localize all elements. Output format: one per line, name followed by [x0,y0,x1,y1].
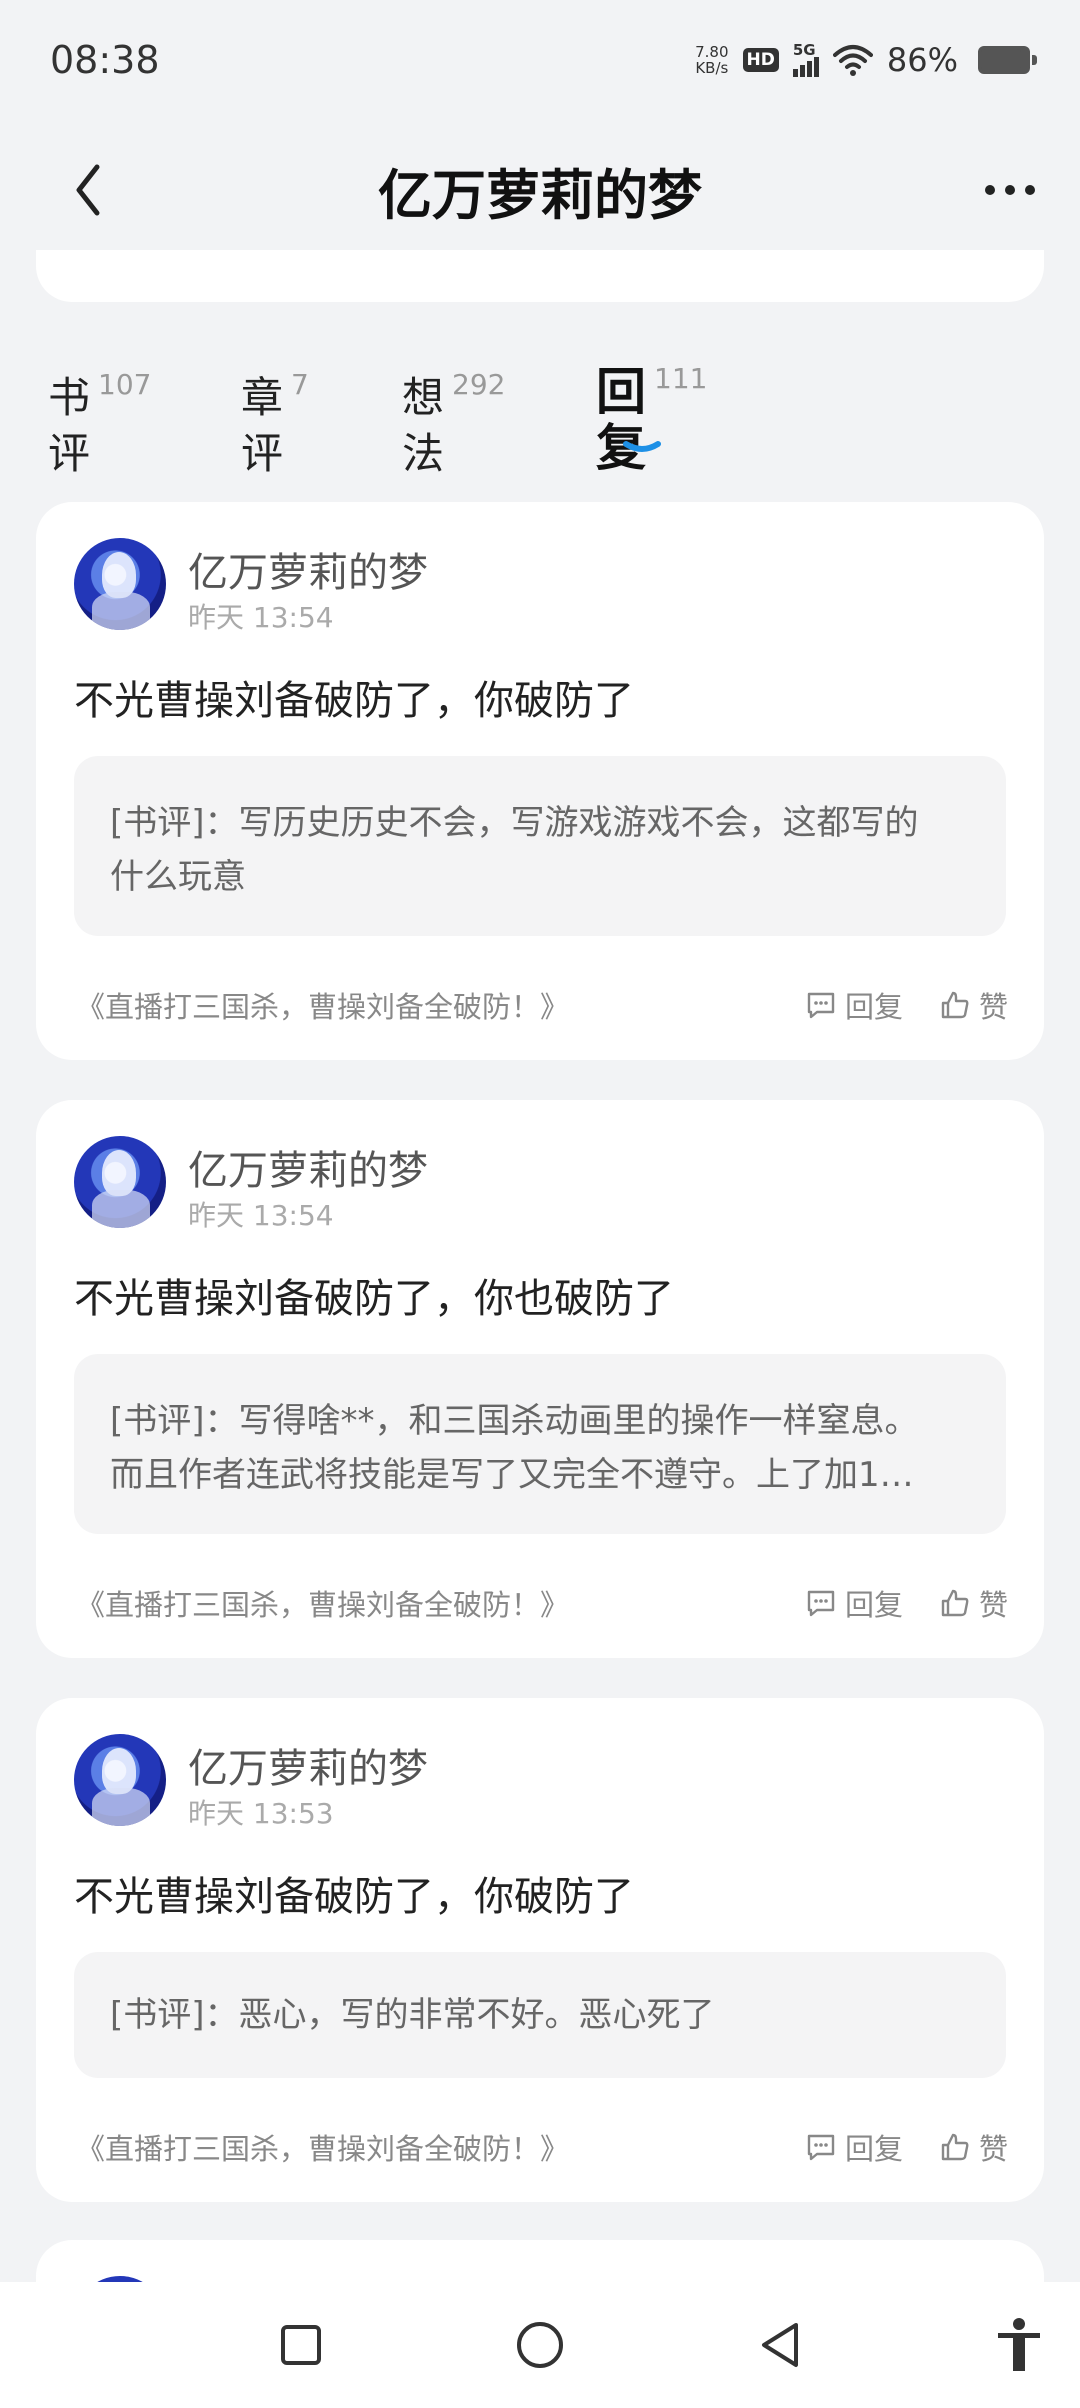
thumbs-up-icon [941,1589,969,1617]
reply-label: 回复 [844,990,903,1024]
app-header: 亿万萝莉的梦 [0,140,1080,240]
card-actions: 回复 赞 [805,984,1008,1026]
tab-thoughts[interactable]: 想法 292 [402,370,505,482]
reply-button[interactable]: 回复 [805,984,903,1026]
page-title: 亿万萝莉的梦 [378,163,702,227]
like-label: 赞 [978,2132,1008,2166]
like-button[interactable]: 赞 [939,984,1008,1026]
reply-text: 不光曹操刘备破防了，你也破防了 [74,1276,674,1322]
post-time: 昨天 13:54 [188,601,334,634]
home-button[interactable] [505,2310,575,2380]
tab-replies[interactable]: 回复 111 [596,362,708,477]
comment-icon [807,2134,835,2161]
signal-icon: 5G [792,41,819,77]
hd-icon: HD [742,48,779,72]
recents-button[interactable] [266,2310,336,2380]
tab-count: 292 [452,368,506,401]
tab-count: 111 [654,362,708,395]
network-speed: 7.80 KB/s [695,44,728,76]
chevron-left-icon [76,164,100,216]
square-icon [281,2325,321,2365]
thumbs-up-icon [941,2133,969,2161]
battery-level [981,49,1021,71]
tab-book-reviews[interactable]: 书评 107 [48,370,151,482]
quote-line: 什么玩意 [110,857,246,897]
reply-button[interactable]: 回复 [805,1582,903,1624]
tab-count: 107 [98,368,152,401]
reply-text: 不光曹操刘备破防了，你破防了 [74,678,634,724]
battery-percent: 86% [886,41,958,79]
reply-label: 回复 [844,1588,903,1622]
like-button[interactable]: 赞 [939,2126,1008,2168]
book-title-link[interactable]: 《直播打三国杀，曹操刘备全破防！》 [76,984,569,1026]
back-nav-button[interactable] [745,2310,815,2380]
user-name[interactable]: 亿万萝莉的梦 [188,540,428,598]
quote-line: [书评]：恶心，写的非常不好。恶心死了 [110,1995,715,2035]
quoted-review[interactable]: [书评]：写历史历史不会，写游戏游戏不会，这都写的 什么玩意 [74,756,1006,936]
tab-label: 书评 [48,373,91,478]
more-horizontal-icon [985,185,995,195]
tab-label: 回复 [596,363,646,477]
network-speed-unit: KB/s [695,59,729,77]
comment-icon [807,992,835,1019]
wifi-icon [832,45,873,76]
system-nav-bar [0,2282,1080,2408]
user-name[interactable]: 亿万萝莉的梦 [188,1138,428,1196]
status-icons: 7.80 KB/s HD 5G 86% [695,41,1037,79]
reply-card[interactable]: 亿万萝莉的梦 昨天 13:54 不光曹操刘备破防了，你破防了 [书评]：写历史历… [36,502,1044,1060]
status-time: 08:38 [50,38,160,82]
tab-chapter-reviews[interactable]: 章评 7 [241,370,309,482]
comment-icon [807,1590,835,1617]
card-actions: 回复 赞 [805,1582,1008,1624]
thumbs-up-icon [941,991,969,1019]
accessibility-icon [998,2318,1040,2371]
active-tab-indicator [623,441,661,452]
card-actions: 回复 赞 [805,2126,1008,2168]
back-button[interactable] [60,162,116,218]
post-time: 昨天 13:54 [188,1199,334,1232]
book-title-link[interactable]: 《直播打三国杀，曹操刘备全破防！》 [76,1582,569,1624]
like-label: 赞 [978,990,1008,1024]
reply-card[interactable]: 亿万萝莉的梦 昨天 13:53 不光曹操刘备破防了，你破防了 [书评]：恶心，写… [36,1698,1044,2202]
reply-label: 回复 [844,2132,903,2166]
triangle-back-icon [762,2323,798,2367]
status-bar: 08:38 7.80 KB/s HD 5G 86% [0,0,1080,120]
quote-line: 而且作者连武将技能是写了又完全不遵守。上了加1… [110,1455,914,1495]
tab-count: 7 [291,368,309,401]
more-button[interactable] [970,166,1050,214]
like-button[interactable]: 赞 [939,1582,1008,1624]
reply-card[interactable]: 亿万萝莉的梦 昨天 13:54 不光曹操刘备破防了，你也破防了 [书评]：写得啥… [36,1100,1044,1658]
network-type-label: 5G [792,41,816,59]
like-label: 赞 [978,1588,1008,1622]
tab-label: 想法 [402,373,445,478]
avatar[interactable] [74,1734,166,1826]
book-title-link[interactable]: 《直播打三国杀，曹操刘备全破防！》 [76,2126,569,2168]
user-name[interactable]: 亿万萝莉的梦 [188,1736,428,1794]
quote-line: [书评]：写历史历史不会，写游戏游戏不会，这都写的 [110,803,919,843]
avatar[interactable] [74,1136,166,1228]
profile-card-bottom [36,250,1044,302]
accessibility-button[interactable] [984,2310,1054,2380]
circle-icon [517,2322,563,2368]
network-speed-value: 7.80 [695,43,729,61]
quoted-review[interactable]: [书评]：写得啥**，和三国杀动画里的操作一样窒息。 而且作者连武将技能是写了又… [74,1354,1006,1534]
avatar[interactable] [74,538,166,630]
reply-button[interactable]: 回复 [805,2126,903,2168]
tab-label: 章评 [241,373,284,478]
post-time: 昨天 13:53 [188,1797,334,1830]
battery-icon [978,46,1037,74]
quoted-review[interactable]: [书评]：恶心，写的非常不好。恶心死了 [74,1952,1006,2078]
quote-line: [书评]：写得啥**，和三国杀动画里的操作一样窒息。 [110,1401,919,1441]
reply-text: 不光曹操刘备破防了，你破防了 [74,1874,634,1920]
